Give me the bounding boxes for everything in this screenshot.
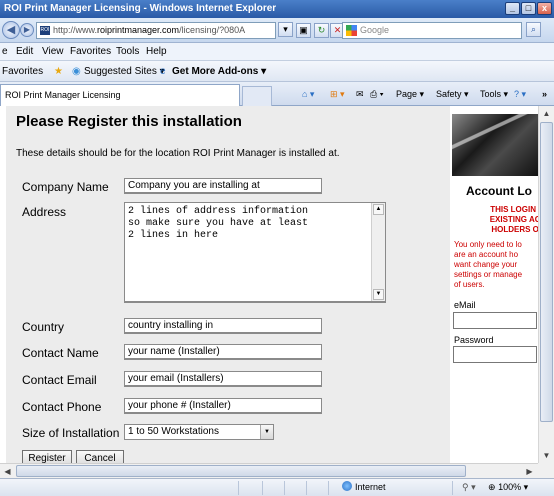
menu-file[interactable]: e	[2, 43, 8, 61]
header-image	[452, 114, 538, 176]
page-horizontal-scrollbar[interactable]: ◀ ▶	[0, 463, 538, 478]
contact-name-field[interactable]: your name (Installer)	[124, 344, 322, 360]
page-scroll-down-icon[interactable]: ▼	[539, 448, 554, 463]
addons-icon: e	[160, 66, 166, 77]
contact-phone-label: Contact Phone	[22, 400, 102, 414]
home-icon[interactable]: ⌂ ▾	[302, 83, 314, 105]
registration-form: Please Register this installation These …	[6, 106, 450, 463]
company-name-field[interactable]: Company you are installing at	[124, 178, 322, 194]
more-commands-icon[interactable]: »	[542, 83, 547, 105]
menu-tools[interactable]: Tools	[116, 43, 139, 61]
page-subtitle: These details should be for the location…	[16, 148, 340, 159]
menu-help[interactable]: Help	[146, 43, 167, 61]
status-bar: Internet ⚲ ▾ ⊕ 100% ▾	[0, 478, 554, 496]
suggested-sites-link[interactable]: Suggested Sites ▾	[84, 61, 165, 82]
security-zone: Internet	[342, 479, 386, 496]
compatibility-icon[interactable]: ▣	[296, 23, 311, 38]
print-icon[interactable]: ⎙ ▾	[370, 83, 383, 105]
globe-icon	[342, 481, 352, 491]
size-label: Size of Installation	[22, 426, 120, 440]
address-bar: ◀ ▶ ROI http://www.roiprintmanager.com/l…	[0, 18, 554, 43]
page-scroll-thumb[interactable]	[540, 122, 553, 422]
register-button[interactable]: Register	[22, 450, 72, 463]
company-name-label: Company Name	[22, 180, 109, 194]
back-icon[interactable]: ◀	[2, 21, 20, 39]
suggested-sites-icon: ◉	[72, 66, 81, 77]
page-scroll-right-icon[interactable]: ▶	[522, 464, 537, 479]
account-login-title: Account Lo	[466, 184, 532, 198]
maximize-button[interactable]: □	[521, 2, 536, 15]
contact-name-label: Contact Name	[22, 346, 99, 360]
command-bar: ROI Print Manager Licensing ⌂ ▾ ⊞ ▾ ✉ ⎙ …	[0, 82, 554, 106]
url-dropdown-icon[interactable]: ▾	[278, 22, 293, 37]
help-icon[interactable]: ? ▾	[514, 83, 526, 105]
password-label: Password	[454, 335, 494, 345]
page-content: Please Register this installation These …	[0, 106, 538, 463]
window-controls: _ □ x	[505, 2, 552, 15]
email-label: eMail	[454, 300, 476, 310]
tools-menu[interactable]: Tools ▾	[480, 83, 508, 105]
menu-favorites[interactable]: Favorites	[70, 43, 111, 61]
password-field[interactable]	[453, 346, 537, 363]
size-selected-value: 1 to 50 Workstations	[128, 426, 219, 437]
feeds-icon[interactable]: ⊞ ▾	[330, 83, 345, 105]
minimize-button[interactable]: _	[505, 2, 520, 15]
forward-icon[interactable]: ▶	[20, 23, 34, 37]
tab-roi-licensing[interactable]: ROI Print Manager Licensing	[0, 84, 240, 106]
window-title: ROI Print Manager Licensing - Windows In…	[4, 3, 277, 14]
address-text: 2 lines of address information so make s…	[128, 206, 309, 241]
contact-phone-field[interactable]: your phone # (Installer)	[124, 398, 322, 414]
page-title: Please Register this installation	[16, 113, 242, 130]
size-select[interactable]: 1 to 50 Workstations ▼	[124, 424, 274, 440]
favorites-button[interactable]: Favorites	[2, 61, 43, 82]
email-field[interactable]	[453, 312, 537, 329]
window-title-bar: ROI Print Manager Licensing - Windows In…	[0, 0, 554, 18]
site-favicon-icon: ROI	[40, 26, 50, 35]
page-menu[interactable]: Page ▾	[396, 83, 424, 105]
refresh-icon[interactable]: ↻	[314, 23, 329, 38]
scroll-down-icon[interactable]: ▼	[373, 289, 384, 300]
search-input[interactable]: Google	[342, 22, 522, 39]
favorites-bar: Favorites ★ ◉ Suggested Sites ▾ e Get Mo…	[0, 61, 554, 82]
new-tab-button[interactable]	[242, 86, 272, 106]
country-label: Country	[22, 320, 65, 334]
zoom-icon: ⊕	[488, 482, 496, 492]
contact-email-field[interactable]: your email (Installers)	[124, 371, 322, 387]
account-login-panel: Account Lo THIS LOGIN IS EXISTING ACC HO…	[452, 106, 538, 463]
page-hscroll-thumb[interactable]	[16, 465, 466, 477]
google-icon	[346, 25, 357, 36]
address-scrollbar[interactable]: ▲ ▼	[371, 203, 385, 301]
zoom-control[interactable]: ⊕ 100% ▾	[488, 479, 528, 496]
add-favorite-icon[interactable]: ★	[54, 61, 63, 82]
safety-menu[interactable]: Safety ▾	[436, 83, 469, 105]
page-scroll-up-icon[interactable]: ▲	[539, 106, 554, 121]
search-icon[interactable]: ⌕	[526, 22, 541, 37]
scroll-corner	[538, 463, 554, 478]
mail-icon[interactable]: ✉	[356, 83, 364, 105]
close-button[interactable]: x	[537, 2, 552, 15]
addons-link[interactable]: Get More Add-ons ▾	[172, 61, 266, 82]
contact-email-label: Contact Email	[22, 373, 97, 387]
protected-mode-icon[interactable]: ⚲ ▾	[462, 479, 476, 496]
account-info-text: You only need to lo are an account ho wa…	[454, 240, 523, 289]
page-scroll-left-icon[interactable]: ◀	[0, 464, 15, 479]
scroll-up-icon[interactable]: ▲	[373, 204, 384, 215]
tab-title: ROI Print Manager Licensing	[5, 90, 121, 100]
address-field[interactable]: 2 lines of address information so make s…	[124, 202, 386, 303]
address-label: Address	[22, 205, 67, 219]
country-field[interactable]: country installing in	[124, 318, 322, 334]
menu-view[interactable]: View	[42, 43, 64, 61]
chevron-down-icon[interactable]: ▼	[260, 425, 273, 439]
url-input[interactable]: ROI http://www.roiprintmanager.com/licen…	[36, 22, 276, 39]
menu-bar: e Edit View Favorites Tools Help	[0, 43, 554, 61]
cancel-button[interactable]: Cancel	[76, 450, 124, 463]
menu-edit[interactable]: Edit	[16, 43, 33, 61]
page-vertical-scrollbar[interactable]: ▲ ▼	[538, 106, 554, 463]
login-note: THIS LOGIN IS EXISTING ACC HOLDERS ON	[489, 205, 538, 234]
